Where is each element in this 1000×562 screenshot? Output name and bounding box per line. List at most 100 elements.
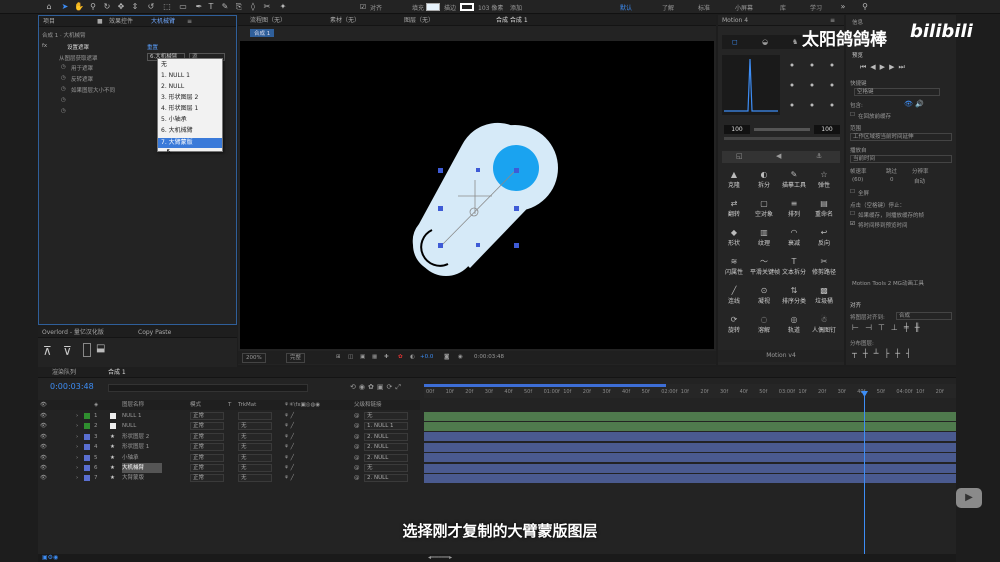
stopwatch-icon[interactable]: ◷ <box>61 97 66 103</box>
home-icon[interactable]: ⌂ <box>44 2 54 12</box>
resolution-value[interactable]: 自动 <box>914 177 925 185</box>
hand-tool-icon[interactable]: ✋ <box>74 2 84 12</box>
layer-row[interactable]: 👁 › 7 ★ 大臂蒙版 正常 无 ⚘ ╱ @2. NULL <box>38 473 420 483</box>
pickwhip-icon[interactable]: @ <box>354 432 360 442</box>
menu-item-small-bearing[interactable]: 5. 小轴承 <box>158 115 222 125</box>
layer-duration-bar[interactable] <box>424 442 956 452</box>
tab-copy-paste[interactable]: Copy Paste <box>138 327 171 338</box>
composition-canvas[interactable] <box>240 41 714 349</box>
switch-icons[interactable]: ⚘ ╱ <box>284 421 294 431</box>
viewer-timecode[interactable]: 0:00:03:48 <box>474 351 504 364</box>
layer-row[interactable]: 👁 › 5 ★ 小轴承 正常 无 ⚘ ╱ @2. NULL <box>38 453 420 463</box>
visibility-eye-icon[interactable]: 👁 <box>40 411 47 421</box>
stopwatch-icon[interactable]: ◷ <box>61 64 66 70</box>
pull-shape-icon[interactable]: ⊽ <box>63 344 72 358</box>
motion-button-24[interactable]: ☃ 人偶图钉 <box>810 313 838 341</box>
transparency-icon[interactable]: ▦ <box>372 351 377 364</box>
visibility-eye-icon[interactable]: 👁 <box>40 463 47 473</box>
clone-tool-icon[interactable]: ⎘ <box>234 2 244 12</box>
cache-frames-checkbox[interactable]: ☐ <box>850 211 855 217</box>
fx-icon[interactable]: fx <box>42 43 47 49</box>
label-color-swatch[interactable] <box>84 433 90 440</box>
motion-button-19[interactable]: ⇅ 排序分类 <box>780 284 808 312</box>
mode-dropdown[interactable]: 正常 <box>190 453 224 462</box>
motion-tab-ease-icon[interactable]: ◻ <box>732 38 738 46</box>
switch-icons[interactable]: ⚘ ╱ <box>284 473 294 483</box>
anchor-grid[interactable] <box>784 55 840 115</box>
tab-render-queue[interactable]: 渲染队列 <box>52 367 76 378</box>
expand-arrow-icon[interactable]: › <box>76 442 78 452</box>
trkmat-dropdown[interactable]: 无 <box>238 432 272 441</box>
layer-search-input[interactable] <box>108 384 308 392</box>
align-checkbox-icon[interactable]: ☑ <box>358 2 368 12</box>
motion-button-2[interactable]: ◐ 拆分 <box>750 168 778 196</box>
current-timecode[interactable]: 0:00:03:48 <box>50 382 94 391</box>
pickwhip-icon[interactable]: @ <box>354 442 360 452</box>
tab-footage[interactable]: 素材（无） <box>330 15 360 26</box>
parent-dropdown[interactable]: 2. NULL <box>364 432 408 441</box>
switch-icons[interactable]: ⚘ ╱ <box>284 442 294 452</box>
stopwatch-icon[interactable]: ◷ <box>61 75 66 81</box>
eraser-tool-icon[interactable]: ◊ <box>248 2 258 12</box>
snapshot-icon[interactable]: ◙ <box>444 351 449 364</box>
motion-button-21[interactable]: ⟳ 旋转 <box>720 313 748 341</box>
workspace-learning[interactable]: 学习 <box>810 3 822 12</box>
parent-dropdown[interactable]: 2. NULL <box>364 474 408 483</box>
dolly-tool-icon[interactable]: ⇕ <box>130 2 140 12</box>
add-label[interactable]: 添加 <box>510 3 522 12</box>
layer-duration-bar[interactable] <box>424 473 956 483</box>
layer-name[interactable]: 大臂蒙版 <box>122 473 144 483</box>
video-play-badge-icon[interactable]: ▶ <box>956 488 982 508</box>
search-icon[interactable]: ⚲ <box>860 2 870 12</box>
motion-button-23[interactable]: ◎ 轨道 <box>780 313 808 341</box>
expand-arrow-icon[interactable]: › <box>76 432 78 442</box>
visibility-eye-icon[interactable]: 👁 <box>40 453 47 463</box>
quality-dropdown[interactable]: 完整 <box>286 353 306 363</box>
motion-button-15[interactable]: T 文本拆分 <box>780 255 808 283</box>
motion-button-14[interactable]: ～ 平滑关键帧 <box>750 255 780 283</box>
motion-button-12[interactable]: ↩ 反向 <box>810 226 838 254</box>
motion-button-9[interactable]: ◆ 形状 <box>720 226 748 254</box>
visibility-eye-icon[interactable]: 👁 <box>40 432 47 442</box>
exposure-value[interactable]: +0.0 <box>420 351 433 364</box>
orbit-tool-icon[interactable]: ↻ <box>102 2 112 12</box>
ease-out-value[interactable]: 100 <box>814 125 840 134</box>
motion-button-10[interactable]: ▥ 纹理 <box>750 226 778 254</box>
workspace-default[interactable]: 默认 <box>620 3 632 12</box>
stopwatch-icon[interactable]: ◷ <box>61 86 66 92</box>
mode-dropdown[interactable]: 正常 <box>190 443 224 452</box>
fill-swatch[interactable] <box>426 3 440 11</box>
layer-duration-bar[interactable] <box>424 411 956 421</box>
ease-in-value[interactable]: 100 <box>724 125 750 134</box>
stopwatch-icon[interactable]: ◷ <box>61 108 66 114</box>
motion-button-13[interactable]: ≋ 闪属性 <box>720 255 748 283</box>
motion-tab-icon[interactable]: ♞ <box>792 38 798 46</box>
align-buttons[interactable]: ⊢⊣⊤⊥╪╫ <box>852 323 926 332</box>
motion-btn-b-icon[interactable]: ◀ <box>776 152 781 160</box>
mode-dropdown[interactable]: 正常 <box>190 464 224 472</box>
zoom-slider-icon[interactable]: ◂━━━━━▸ <box>428 554 452 561</box>
expand-arrow-icon[interactable]: › <box>76 453 78 463</box>
type-tool-icon[interactable]: T <box>206 2 216 12</box>
trkmat-dropdown[interactable]: 无 <box>238 422 272 431</box>
stroke-swatch[interactable] <box>460 3 474 11</box>
label-color-swatch[interactable] <box>84 413 90 419</box>
menu-item-null1[interactable]: 1. NULL 1 <box>158 71 222 81</box>
fullscreen-checkbox[interactable]: ☐ <box>850 189 855 195</box>
motion-button-8[interactable]: ▤ 重命名 <box>810 197 838 225</box>
tab-effect-controls[interactable]: 效果控件 <box>109 16 133 27</box>
tab-composition[interactable]: 合成 合成 1 <box>496 15 528 26</box>
layer-name[interactable]: 大机械臂 <box>122 463 163 473</box>
tab-project[interactable]: 项目 <box>43 18 55 25</box>
tab-comp1[interactable]: 合成 1 <box>108 367 126 378</box>
tab-flowchart[interactable]: 流程图（无） <box>250 15 286 26</box>
parent-dropdown[interactable]: 1. NULL 1 <box>364 422 408 431</box>
playback-controls[interactable]: ⏮◀▶▶⏭ <box>860 63 909 72</box>
zoom-tool-icon[interactable]: ⚲ <box>88 2 98 12</box>
label-color-swatch[interactable] <box>84 454 90 461</box>
cache-checkbox[interactable]: ☐ <box>850 112 855 118</box>
play-from-dropdown[interactable]: 当前时间 <box>850 155 952 163</box>
layer-name-header[interactable]: 图层名称 <box>122 400 144 410</box>
pickwhip-icon[interactable]: @ <box>354 453 360 463</box>
motion-tab-icon[interactable]: ◒ <box>762 38 768 46</box>
